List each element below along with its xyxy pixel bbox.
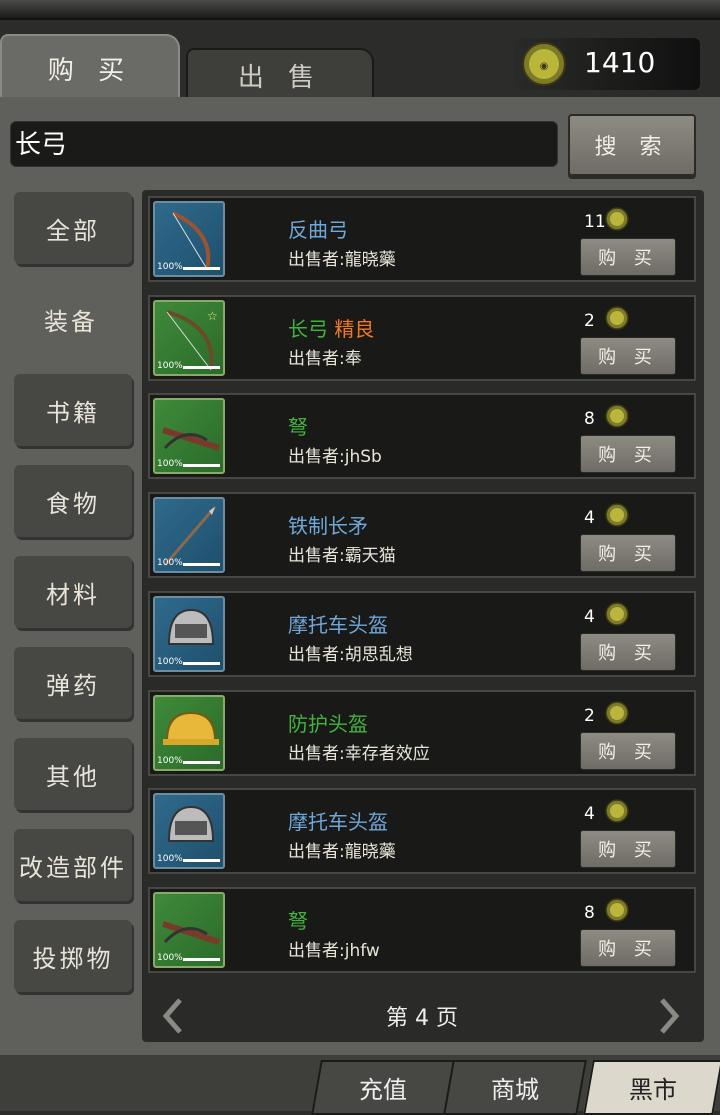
svg-text:☆: ☆ xyxy=(207,309,218,323)
item-row[interactable]: 100% 摩托车头盔 出售者:龍晓藥 4 购 买 xyxy=(148,788,696,875)
currency-display: ◉ 1410 xyxy=(514,38,700,90)
category-7[interactable]: 改造部件 xyxy=(14,829,132,901)
item-seller: 出售者:霸天猫 xyxy=(288,546,396,567)
bottle-cap-coin-icon xyxy=(605,207,629,231)
category-0[interactable]: 全部 xyxy=(14,192,132,264)
item-name: 弩 xyxy=(288,908,308,933)
item-row[interactable]: 100% 防护头盔 出售者:幸存者效应 2 购 买 xyxy=(148,689,696,776)
item-price: 4 xyxy=(584,804,595,825)
item-name: 长弓 精良 xyxy=(288,316,375,341)
bottom-tab-2[interactable]: 黑市 xyxy=(583,1060,720,1115)
category-4[interactable]: 材料 xyxy=(14,556,132,628)
item-icon-frame: 100% xyxy=(153,891,225,968)
item-icon-frame: 100% xyxy=(153,398,225,475)
item-row[interactable]: 100% 弩 出售者:jhSb 8 购 买 xyxy=(148,393,696,480)
buy-button[interactable]: 购 买 xyxy=(580,435,676,474)
item-price: 2 xyxy=(584,310,595,331)
item-row[interactable]: ☆ 100% 长弓 精良 出售者:奉 2 购 买 xyxy=(148,294,696,381)
durability-bar xyxy=(183,464,220,468)
buy-button[interactable]: 购 买 xyxy=(580,632,676,671)
item-icon-frame: 100% xyxy=(153,201,225,277)
durability-bar xyxy=(183,957,220,961)
buy-button[interactable]: 购 买 xyxy=(580,731,676,770)
item-seller: 出售者:奉 xyxy=(288,348,362,369)
buy-button[interactable]: 购 买 xyxy=(580,336,676,375)
item-price: 8 xyxy=(584,902,595,923)
item-price: 4 xyxy=(584,508,595,529)
buy-button[interactable]: 购 买 xyxy=(580,238,676,276)
durability-bar xyxy=(183,760,220,764)
durability-bar xyxy=(183,661,220,665)
item-icon-frame: 100% xyxy=(153,595,225,672)
item-name: 防护头盔 xyxy=(288,711,368,736)
item-seller: 出售者:胡思乱想 xyxy=(288,644,413,665)
item-icon-frame: 100% xyxy=(153,694,225,771)
item-name: 摩托车头盔 xyxy=(288,810,388,835)
item-icon-frame: 100% xyxy=(153,497,225,574)
buy-button[interactable]: 购 买 xyxy=(580,534,676,573)
item-seller: 出售者:幸存者效应 xyxy=(288,743,430,764)
durability-label: 100% xyxy=(157,854,183,865)
item-price: 4 xyxy=(584,606,595,627)
item-name: 反曲弓 xyxy=(288,218,348,242)
durability-label: 100% xyxy=(157,360,183,371)
bottle-cap-coin-icon xyxy=(605,404,629,429)
item-seller: 出售者:龍晓藥 xyxy=(288,842,396,863)
next-page-icon[interactable] xyxy=(656,996,682,1036)
durability-label: 100% xyxy=(157,459,183,470)
durability-label: 100% xyxy=(157,558,183,569)
bottom-tab-0[interactable]: 充值 xyxy=(311,1060,455,1115)
buy-button[interactable]: 购 买 xyxy=(580,928,676,967)
tab-buy[interactable]: 购 买 xyxy=(0,34,180,100)
item-price: 8 xyxy=(584,409,595,430)
item-row[interactable]: 100% 摩托车头盔 出售者:胡思乱想 4 购 买 xyxy=(148,590,696,677)
item-seller: 出售者:龍晓藥 xyxy=(288,250,396,270)
search-input[interactable]: 长弓 xyxy=(10,121,558,167)
svg-text:◉: ◉ xyxy=(540,61,549,72)
durability-bar xyxy=(183,267,220,270)
item-name: 摩托车头盔 xyxy=(288,612,388,637)
bottle-cap-coin-icon xyxy=(605,898,629,922)
category-1[interactable]: 装备 xyxy=(0,283,142,355)
durability-label: 100% xyxy=(157,755,183,766)
bottle-cap-coin-icon xyxy=(605,602,629,626)
bottom-tab-1[interactable]: 商城 xyxy=(443,1060,587,1115)
top-frame xyxy=(0,0,720,20)
bottle-cap-coin-icon xyxy=(605,503,629,527)
item-price: 2 xyxy=(584,705,595,726)
bottle-cap-coin-icon xyxy=(605,700,629,725)
category-3[interactable]: 食物 xyxy=(14,465,132,537)
category-5[interactable]: 弹药 xyxy=(14,647,132,719)
item-seller: 出售者:jhSb xyxy=(288,447,382,468)
search-button[interactable]: 搜 索 xyxy=(568,114,696,176)
tab-sell-label: 出 售 xyxy=(237,62,323,93)
item-icon-frame: 100% xyxy=(153,793,225,870)
durability-label: 100% xyxy=(157,656,183,667)
item-row[interactable]: 100% 反曲弓 出售者:龍晓藥 11 购 买 xyxy=(148,196,696,282)
bottle-cap-coin-icon: ◉ xyxy=(522,42,566,86)
item-name: 弩 xyxy=(288,415,308,440)
page-label: 第 4 页 xyxy=(386,1006,458,1031)
currency-amount: 1410 xyxy=(584,46,656,79)
item-row[interactable]: 100% 铁制长矛 出售者:霸天猫 4 购 买 xyxy=(148,492,696,579)
pager: 第 4 页 xyxy=(148,990,696,1042)
item-seller: 出售者:jhfw xyxy=(288,940,380,961)
tab-sell[interactable]: 出 售 xyxy=(186,48,374,102)
durability-bar xyxy=(183,563,220,567)
bottle-cap-coin-icon xyxy=(605,305,629,330)
item-price: 11 xyxy=(584,212,606,232)
durability-label: 100% xyxy=(157,262,183,272)
category-2[interactable]: 书籍 xyxy=(14,374,132,446)
category-6[interactable]: 其他 xyxy=(14,738,132,810)
bottle-cap-coin-icon xyxy=(605,799,629,823)
item-name: 铁制长矛 xyxy=(288,514,368,539)
item-row[interactable]: 100% 弩 出售者:jhfw 8 购 买 xyxy=(148,886,696,973)
buy-button[interactable]: 购 买 xyxy=(580,830,676,869)
durability-label: 100% xyxy=(157,952,183,963)
durability-bar xyxy=(183,365,220,369)
item-icon-frame: ☆ 100% xyxy=(153,299,225,376)
category-8[interactable]: 投掷物 xyxy=(14,920,132,992)
tab-buy-label: 购 买 xyxy=(47,55,133,86)
durability-bar xyxy=(183,859,220,863)
